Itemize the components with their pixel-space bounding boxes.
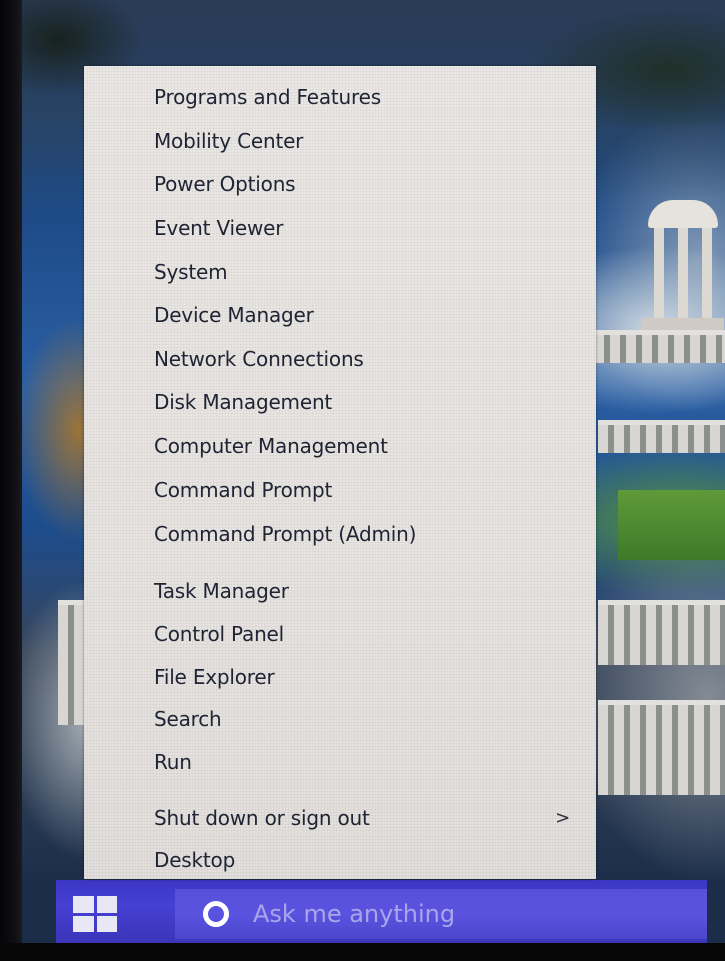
taskbar-search-box[interactable]: Ask me anything	[175, 889, 707, 939]
menu-item-mobility-center[interactable]: Mobility Center	[154, 121, 584, 161]
menu-item-file-explorer[interactable]: File Explorer	[154, 657, 584, 697]
menu-item-label: Network Connections	[154, 347, 364, 371]
search-placeholder: Ask me anything	[253, 900, 456, 928]
wallpaper-balustrade	[598, 600, 725, 665]
menu-item-desktop[interactable]: Desktop	[154, 840, 584, 880]
menu-item-label: System	[154, 260, 228, 284]
screen-bezel-bottom	[0, 943, 725, 961]
menu-item-label: Device Manager	[154, 303, 314, 327]
menu-item-programs-and-features[interactable]: Programs and Features	[154, 77, 584, 117]
menu-item-label: Mobility Center	[154, 129, 304, 153]
menu-item-label: Desktop	[154, 848, 236, 872]
menu-item-label: Control Panel	[154, 622, 285, 646]
chevron-right-icon: >	[555, 807, 570, 829]
menu-item-event-viewer[interactable]: Event Viewer	[154, 208, 584, 248]
menu-item-label: Disk Management	[154, 390, 333, 414]
menu-item-search[interactable]: Search	[154, 699, 584, 739]
menu-item-control-panel[interactable]: Control Panel	[154, 614, 584, 654]
menu-item-label: Event Viewer	[154, 216, 284, 240]
menu-item-label: Run	[154, 750, 192, 774]
wallpaper-lawn	[618, 490, 725, 560]
start-button[interactable]	[64, 893, 126, 935]
menu-item-shut-down-or-sign-out[interactable]: Shut down or sign out >	[154, 798, 584, 838]
wallpaper-balustrade	[598, 420, 725, 453]
menu-item-label: Command Prompt	[154, 478, 333, 502]
windows-logo-icon	[73, 896, 117, 932]
wallpaper-gazebo	[642, 200, 724, 330]
menu-item-label: Search	[154, 707, 222, 731]
menu-item-label: File Explorer	[154, 665, 275, 689]
menu-item-computer-management[interactable]: Computer Management	[154, 426, 584, 466]
menu-item-network-connections[interactable]: Network Connections	[154, 339, 584, 379]
power-user-menu: Programs and Features Mobility Center Po…	[84, 66, 596, 879]
menu-item-label: Computer Management	[154, 434, 388, 458]
menu-item-label: Shut down or sign out	[154, 806, 370, 830]
wallpaper-balustrade	[578, 330, 725, 363]
menu-item-label: Task Manager	[154, 579, 289, 603]
menu-item-command-prompt[interactable]: Command Prompt	[154, 470, 584, 510]
menu-item-label: Programs and Features	[154, 85, 381, 109]
wallpaper-balustrade	[598, 700, 725, 795]
menu-item-command-prompt-admin[interactable]: Command Prompt (Admin)	[154, 514, 584, 554]
menu-item-device-manager[interactable]: Device Manager	[154, 295, 584, 335]
menu-item-label: Command Prompt (Admin)	[154, 522, 417, 546]
screen-bezel	[0, 0, 22, 961]
menu-item-power-options[interactable]: Power Options	[154, 164, 584, 204]
menu-item-label: Power Options	[154, 172, 296, 196]
menu-item-disk-management[interactable]: Disk Management	[154, 382, 584, 422]
cortana-ring-icon	[203, 901, 229, 927]
menu-item-task-manager[interactable]: Task Manager	[154, 571, 584, 611]
menu-item-run[interactable]: Run	[154, 742, 584, 782]
menu-item-system[interactable]: System	[154, 252, 584, 292]
